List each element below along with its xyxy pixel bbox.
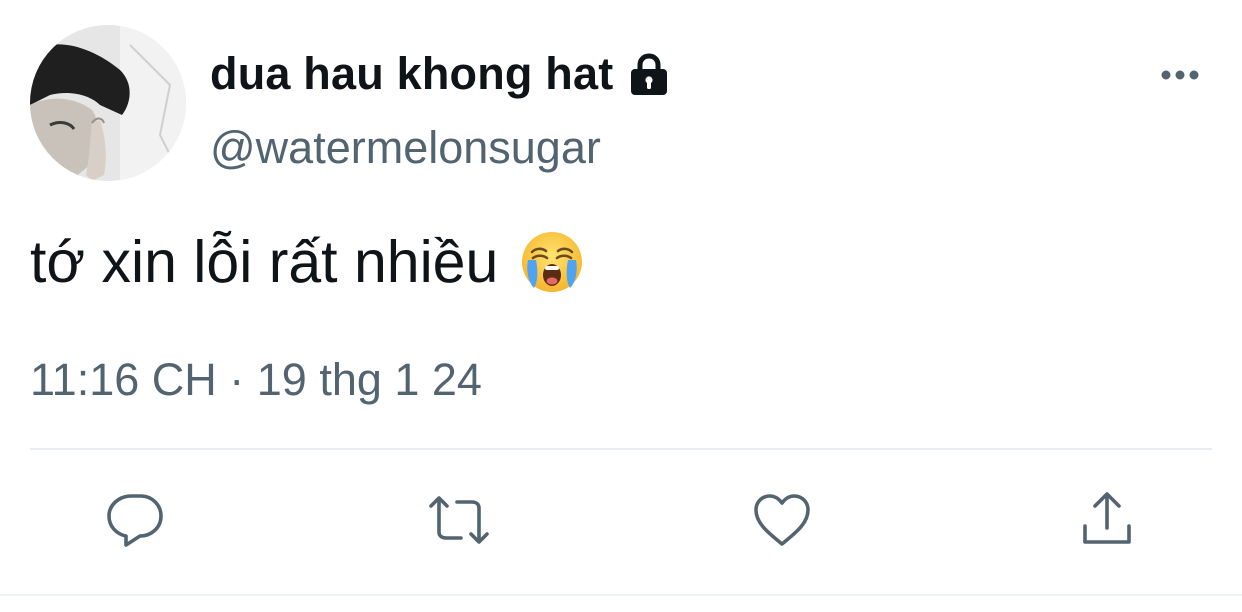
tweet-text-row: tớ xin lỗi rất nhiều <box>30 228 584 296</box>
share-button[interactable] <box>1075 488 1139 552</box>
user-handle[interactable]: @watermelonsugar <box>210 122 601 174</box>
divider <box>30 448 1212 450</box>
reply-icon <box>107 494 163 547</box>
reply-button[interactable] <box>104 488 168 552</box>
tweet-timestamp[interactable]: 11:16 CH · 19 thg 1 24 <box>30 354 482 406</box>
avatar-photo <box>30 25 186 181</box>
tweet-text: tớ xin lỗi rất nhiều <box>30 229 499 295</box>
user-name-row: dua hau khong hat <box>210 44 673 104</box>
tweet-card: dua hau khong hat @watermelonsugar tớ xi… <box>0 0 1242 612</box>
heart-icon <box>754 494 810 546</box>
avatar[interactable] <box>30 25 186 181</box>
retweet-button[interactable] <box>427 488 491 552</box>
display-name[interactable]: dua hau khong hat <box>210 48 613 100</box>
share-icon <box>1083 492 1131 544</box>
like-button[interactable] <box>750 488 814 552</box>
more-options-icon[interactable] <box>1158 60 1202 90</box>
loudly-crying-face-emoji <box>520 230 584 294</box>
retweet-icon <box>429 496 489 544</box>
lock-icon <box>625 50 673 98</box>
bottom-divider <box>0 594 1242 596</box>
